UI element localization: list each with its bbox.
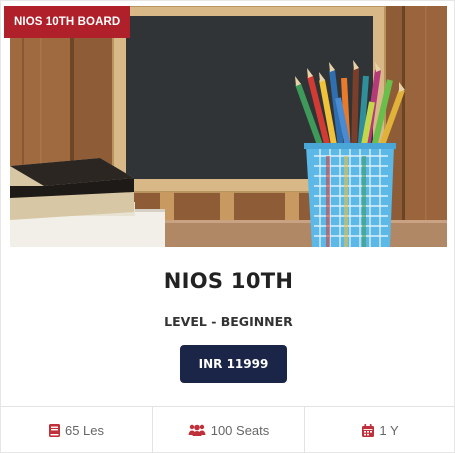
course-title: NIOS 10TH <box>163 269 294 293</box>
lessons-stat: 65 Les <box>1 407 152 453</box>
seats-label: 100 Seats <box>210 422 270 438</box>
course-level: LEVEL - BEGINNER <box>164 314 293 329</box>
course-stats: 65 Les 100 Seats 1 Y <box>1 407 455 453</box>
course-image[interactable] <box>10 6 447 247</box>
price-button[interactable]: INR 11999 <box>180 345 287 383</box>
lessons-label: 65 Les <box>64 422 105 438</box>
duration-label: 1 Y <box>379 422 399 438</box>
users-icon <box>188 424 206 436</box>
book-icon <box>48 423 60 437</box>
board-badge: NIOS 10TH BOARD <box>4 6 131 38</box>
course-card[interactable]: NIOS 10TH BOARD NIOS 10TH LEVEL - BEGINN… <box>0 0 455 453</box>
seats-stat: 100 Seats <box>152 407 304 453</box>
calendar-icon <box>362 423 375 437</box>
duration-stat: 1 Y <box>304 407 455 453</box>
